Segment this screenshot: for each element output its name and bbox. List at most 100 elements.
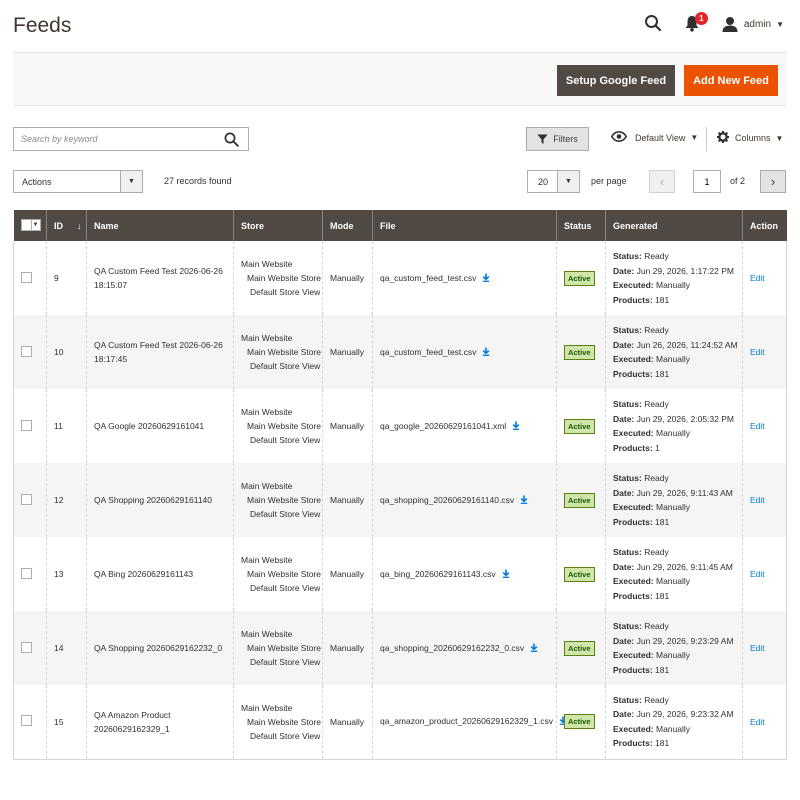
per-page-select[interactable]: 20 ▼ xyxy=(527,170,580,193)
cell-name: QA Shopping 20260629161140 xyxy=(86,463,234,537)
page-header: Feeds 1 admin ▼ xyxy=(0,0,800,52)
gen-date-label: Date: xyxy=(613,635,635,646)
feeds-grid: ▼ ID ↓ Name Store Mode File Status Genera… xyxy=(13,210,787,760)
column-header-id[interactable]: ID ↓ xyxy=(46,210,87,241)
gen-executed-label: Executed: xyxy=(613,428,654,438)
default-view-dropdown[interactable]: Default View ▼ xyxy=(610,130,698,144)
column-header-status[interactable]: Status xyxy=(556,210,606,241)
row-checkbox[interactable] xyxy=(21,567,32,579)
gen-date-label: Date: xyxy=(613,265,635,276)
gen-status-label: Status: xyxy=(613,621,642,631)
store-view: Default Store View xyxy=(250,361,321,371)
row-checkbox[interactable] xyxy=(21,641,32,653)
cell-id: 15 xyxy=(46,685,87,760)
cell-action: Edit xyxy=(742,463,787,537)
gen-executed-label: Executed: xyxy=(613,576,654,586)
edit-link[interactable]: Edit xyxy=(750,421,765,431)
file-name: qa_google_20260629161041.xml xyxy=(380,420,507,431)
table-row: 13 QA Bing 20260629161143 Main Website M… xyxy=(14,537,787,611)
add-new-feed-button[interactable]: Add New Feed xyxy=(684,65,778,96)
cell-generated: Status: Ready Date: Jun 29, 2026, 9:23:2… xyxy=(605,611,743,685)
current-page-input[interactable] xyxy=(693,170,721,193)
store-group: Main Website Store xyxy=(247,273,322,283)
gen-executed-label: Executed: xyxy=(613,354,654,364)
edit-link[interactable]: Edit xyxy=(750,495,765,505)
columns-dropdown[interactable]: Columns ▼ xyxy=(716,130,783,145)
cell-action: Edit xyxy=(742,537,787,611)
column-header-file[interactable]: File xyxy=(372,210,557,241)
mass-select-checkbox[interactable]: ▼ xyxy=(20,219,41,231)
cell-id: 11 xyxy=(46,389,87,463)
table-row: 11 QA Google 20260629161041 Main Website… xyxy=(14,389,787,463)
cell-file: qa_custom_feed_test.csv xyxy=(372,241,557,315)
edit-link[interactable]: Edit xyxy=(750,273,765,283)
gen-date-value: Jun 26, 2026, 11:24:52 AM xyxy=(636,339,738,350)
gen-status-label: Status: xyxy=(613,325,642,335)
column-header-mode[interactable]: Mode xyxy=(322,210,373,241)
edit-link[interactable]: Edit xyxy=(750,347,765,357)
status-badge: Active xyxy=(564,714,595,730)
store-group: Main Website Store xyxy=(247,569,322,579)
download-icon[interactable] xyxy=(520,495,528,506)
edit-link[interactable]: Edit xyxy=(750,569,765,579)
search-icon[interactable] xyxy=(224,132,239,147)
status-badge: Active xyxy=(564,344,595,360)
cell-action: Edit xyxy=(742,315,787,389)
filter-icon xyxy=(537,134,548,144)
download-icon[interactable] xyxy=(482,347,490,358)
gen-products-value: 181 xyxy=(655,368,670,379)
column-header-generated[interactable]: Generated xyxy=(605,210,743,241)
cell-name: QA Custom Feed Test 2026-06-26 18:17:45 xyxy=(86,315,234,389)
mass-actions-dropdown[interactable]: Actions ▼ xyxy=(13,170,143,193)
download-icon[interactable] xyxy=(512,421,520,432)
edit-link[interactable]: Edit xyxy=(750,643,765,653)
gen-date-value: Jun 29, 2026, 1:17:22 PM xyxy=(636,265,734,276)
row-select-cell xyxy=(13,611,47,685)
gen-status-value: Ready xyxy=(644,473,669,483)
download-icon[interactable] xyxy=(530,643,538,654)
download-icon[interactable] xyxy=(502,569,510,580)
row-checkbox[interactable] xyxy=(21,271,32,283)
cell-id: 13 xyxy=(46,537,87,611)
row-checkbox[interactable] xyxy=(21,493,32,505)
gen-date-value: Jun 29, 2026, 9:23:32 AM xyxy=(636,709,734,720)
setup-google-feed-button[interactable]: Setup Google Feed xyxy=(557,65,675,96)
cell-status: Active xyxy=(556,685,606,760)
gen-executed-value: Manually xyxy=(656,502,691,512)
row-checkbox[interactable] xyxy=(21,715,32,727)
cell-action: Edit xyxy=(742,241,787,315)
gear-icon xyxy=(716,130,730,145)
cell-store: Main Website Main Website Store Default … xyxy=(233,389,323,463)
filters-button[interactable]: Filters xyxy=(526,127,589,151)
table-row: 14 QA Shopping 20260629162232_0 Main Web… xyxy=(13,611,787,685)
next-page-button[interactable]: › xyxy=(760,170,786,193)
gen-status-label: Status: xyxy=(613,251,642,261)
cell-file: qa_amazon_product_20260629162329_1.csv xyxy=(372,685,567,760)
sort-arrow-icon: ↓ xyxy=(77,220,82,231)
gen-products-label: Products: xyxy=(613,590,653,601)
store-website: Main Website xyxy=(241,333,293,343)
keyword-search-input[interactable] xyxy=(14,128,214,150)
user-menu[interactable]: admin ▼ xyxy=(722,16,784,32)
download-icon[interactable] xyxy=(482,273,490,284)
cell-status: Active xyxy=(556,389,606,463)
column-header-store[interactable]: Store xyxy=(233,210,323,241)
mass-select-header[interactable]: ▼ xyxy=(13,210,47,241)
edit-link[interactable]: Edit xyxy=(750,717,765,727)
row-checkbox[interactable] xyxy=(21,345,32,357)
cell-status: Active xyxy=(556,315,606,389)
cell-status: Active xyxy=(556,463,606,537)
table-row: 9 QA Custom Feed Test 2026-06-26 18:15:0… xyxy=(14,241,787,315)
gen-products-label: Products: xyxy=(613,738,653,749)
cell-file: qa_bing_20260629161143.csv xyxy=(372,537,557,611)
previous-page-button[interactable]: ‹ xyxy=(649,170,675,193)
gen-products-value: 1 xyxy=(655,442,660,453)
row-checkbox[interactable] xyxy=(21,419,32,431)
notifications-bell-icon[interactable]: 1 xyxy=(684,12,708,34)
gen-products-value: 181 xyxy=(655,516,670,527)
column-header-name[interactable]: Name xyxy=(86,210,234,241)
eye-icon xyxy=(610,130,628,144)
global-search-icon[interactable] xyxy=(644,14,664,34)
row-select-cell xyxy=(14,389,47,463)
gen-status-label: Status: xyxy=(613,547,642,557)
